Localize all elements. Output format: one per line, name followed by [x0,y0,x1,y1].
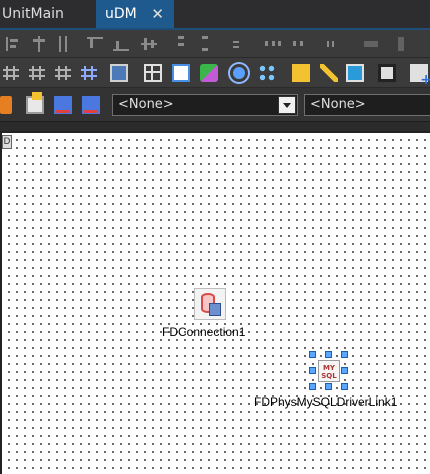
decrement-spacing-h-icon[interactable] [322,35,340,53]
align-top-icon[interactable] [86,35,104,53]
snap-to-grid-icon[interactable] [80,64,98,82]
fdconnection-component[interactable] [194,288,226,320]
selection-handle[interactable] [325,383,332,390]
selection-handle[interactable] [309,383,316,390]
selection-handle[interactable] [341,383,348,390]
selection-handle[interactable] [309,367,316,374]
align-toolbar [0,30,430,58]
designer-toolbar [0,58,430,88]
component-toolbar: <None> <None> [0,88,430,122]
chevron-down-icon[interactable] [278,96,296,114]
mysql-icon: MY SQL [318,360,340,382]
live-bindings-icon[interactable] [346,64,364,82]
form-corner-marker: D [2,135,12,149]
grid-off-icon[interactable] [2,64,20,82]
tab-unitmain-label: UnitMain [2,6,64,22]
tab-udm[interactable]: uDM ✕ [96,0,174,28]
lock-controls-icon[interactable] [292,64,310,82]
form-designer-surface[interactable]: D FDConnection1 MY SQL FDPhysMySQLDriver… [0,131,430,474]
wizard-icon[interactable] [320,64,338,82]
tab-unitmain[interactable]: UnitMain [0,0,96,28]
hide-nonvisual-icon[interactable] [258,64,276,82]
add-icon[interactable] [410,64,430,88]
view-as-text-icon[interactable] [110,64,128,82]
view-combo[interactable]: <None> [304,94,430,116]
align-bottom-icon[interactable] [112,35,130,53]
remove-spacing-h-icon[interactable] [362,35,380,53]
selection-handle[interactable] [325,351,332,358]
component-icon[interactable] [0,96,12,114]
show-grid-icon[interactable] [54,64,72,82]
increment-spacing-h-icon[interactable] [292,35,310,53]
save-icon[interactable] [378,64,396,82]
selection-handle[interactable] [341,367,348,374]
editor-tab-bar: UnitMain uDM ✕ [0,0,430,30]
sort-ascending-icon[interactable] [54,96,72,114]
fdphysmysqldriverlink-label: FDPhysMySQLDriverLink1 [254,395,398,409]
decrement-spacing-v-icon[interactable] [228,35,246,53]
selection-handle[interactable] [309,351,316,358]
component-settings-icon[interactable] [230,64,248,82]
align-center-h-icon[interactable] [30,35,48,53]
sort-descending-icon[interactable] [82,96,100,114]
form-icon[interactable] [26,92,44,114]
align-left-icon[interactable] [4,35,22,53]
selection-handle[interactable] [341,351,348,358]
style-combo[interactable]: <None> [112,94,298,116]
creation-order-icon[interactable] [200,64,218,82]
fdconnection-label: FDConnection1 [162,325,246,339]
increment-spacing-v-icon[interactable] [198,35,216,53]
space-equally-h-icon[interactable] [264,35,282,53]
tab-udm-label: uDM [105,6,137,22]
align-middle-v-icon[interactable] [140,35,158,53]
calculator-icon [209,303,221,316]
fdphysmysqldriverlink-component[interactable]: MY SQL [309,351,348,390]
space-equally-v-icon[interactable] [174,35,192,53]
copy-icon[interactable] [172,64,190,82]
style-combo-value: <None> [118,97,174,112]
snap-off-icon[interactable] [28,64,46,82]
view-combo-value: <None> [310,97,366,112]
tab-order-icon[interactable] [144,64,162,82]
align-center-window-icon[interactable] [54,35,72,53]
close-icon[interactable]: ✕ [151,0,164,28]
remove-spacing-v-icon[interactable] [392,35,410,53]
